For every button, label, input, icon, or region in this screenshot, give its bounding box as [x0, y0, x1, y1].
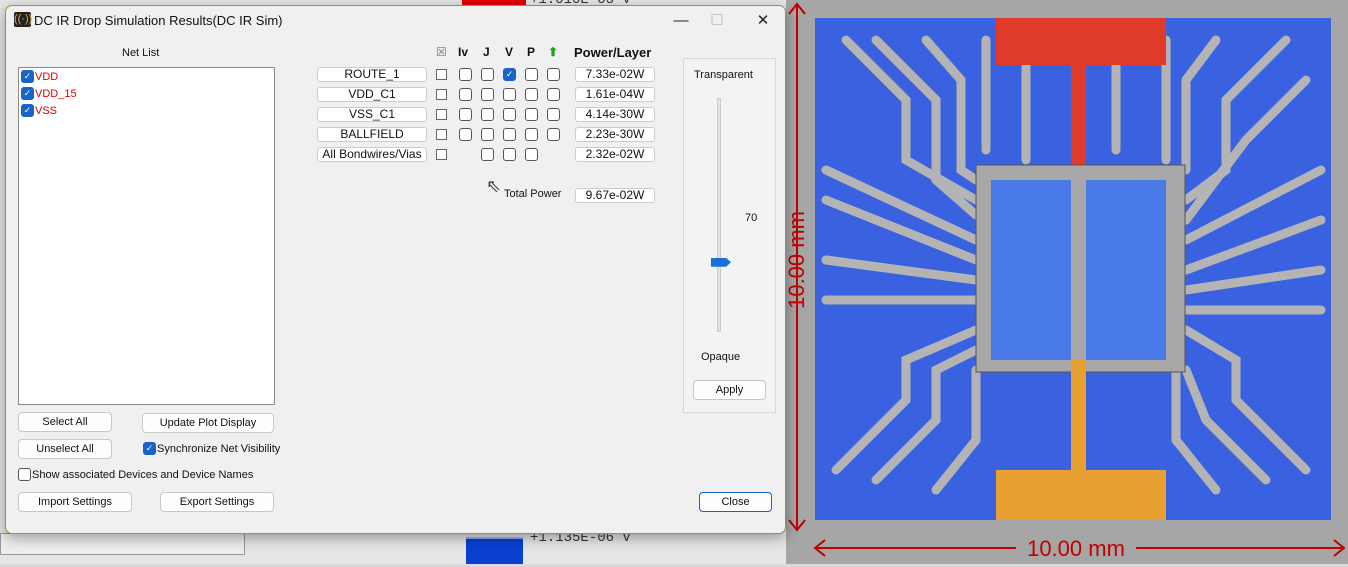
up-checkbox[interactable] [547, 68, 560, 81]
j-checkbox[interactable] [481, 88, 494, 101]
checkbox-icon[interactable]: ✓ [21, 70, 34, 83]
j-checkbox[interactable] [481, 68, 494, 81]
apply-button[interactable]: Apply [693, 380, 766, 400]
layout-viewer[interactable]: 10.00 mm 10.00 mm [784, 0, 1348, 564]
toggle-all-header-icon[interactable]: ☒ [436, 45, 447, 59]
j-checkbox[interactable] [481, 148, 494, 161]
column-v: V [505, 45, 514, 59]
column-p: P [527, 45, 536, 59]
layer-select-checkbox[interactable] [436, 149, 447, 160]
p-checkbox[interactable] [525, 88, 538, 101]
select-all-button[interactable]: Select All [18, 412, 112, 432]
v-checkbox[interactable] [503, 148, 516, 161]
legend-color-blue [466, 537, 523, 564]
iv-checkbox[interactable] [459, 128, 472, 141]
mouse-cursor-icon: ⇖ [486, 176, 502, 196]
maximize-button[interactable]: ☐ [702, 10, 732, 32]
power-value-route-1: 7.33e-02W [575, 67, 655, 82]
net-name: VSS [35, 104, 58, 117]
up-checkbox[interactable] [547, 88, 560, 101]
layer-button-vdd-c1[interactable]: VDD_C1 [317, 87, 427, 102]
checkbox-icon[interactable]: ✓ [143, 442, 156, 455]
column-power-layer: Power/Layer [574, 45, 652, 60]
net-item-vdd[interactable]: ✓ VDD [19, 68, 274, 85]
power-value-ballfield: 2.23e-30W [575, 127, 655, 142]
layer-button-bondwires[interactable]: All Bondwires/Vias [317, 147, 427, 162]
up-checkbox[interactable] [547, 128, 560, 141]
app-icon: ((·)) [14, 12, 33, 27]
iv-checkbox[interactable] [459, 88, 472, 101]
layer-select-checkbox[interactable] [436, 89, 447, 100]
show-devices-label: Show associated Devices and Device Names [32, 468, 254, 481]
column-j: J [483, 45, 490, 59]
net-list[interactable]: ✓ VDD ✓ VDD_15 ✓ VSS [18, 67, 275, 405]
iv-checkbox[interactable] [459, 68, 472, 81]
width-dimension-label: 10.00 mm [1027, 536, 1125, 561]
net-item-vss[interactable]: ✓ VSS [19, 102, 274, 119]
net-name: VDD_15 [35, 87, 77, 100]
total-power-label: Total Power [504, 188, 562, 200]
column-iv: Iv [458, 45, 469, 59]
pcb-plot[interactable]: 10.00 mm 10.00 mm [784, 0, 1348, 564]
v-checkbox[interactable] [503, 108, 516, 121]
iv-checkbox[interactable] [459, 108, 472, 121]
j-checkbox[interactable] [481, 128, 494, 141]
power-value-vdd-c1: 1.61e-04W [575, 87, 655, 102]
background-panel [0, 533, 245, 555]
transparency-value: 70 [745, 212, 758, 224]
up-arrow-icon: ⬆ [548, 45, 559, 59]
transparency-slider-track[interactable] [717, 98, 721, 332]
checkbox-icon[interactable]: ✓ [21, 104, 34, 117]
p-checkbox[interactable] [525, 128, 538, 141]
power-value-bondwires: 2.32e-02W [575, 147, 655, 162]
minimize-button[interactable]: — [666, 10, 696, 32]
j-checkbox[interactable] [481, 108, 494, 121]
opaque-label: Opaque [701, 351, 741, 363]
dialog-title: DC IR Drop Simulation Results(DC IR Sim) [34, 13, 283, 28]
up-checkbox[interactable] [547, 108, 560, 121]
close-button[interactable]: Close [699, 492, 772, 512]
show-devices-checkbox[interactable]: Show associated Devices and Device Names [18, 468, 253, 481]
net-item-vdd-15[interactable]: ✓ VDD_15 [19, 85, 274, 102]
unselect-all-button[interactable]: Unselect All [18, 439, 112, 459]
net-name: VDD [35, 70, 59, 83]
p-checkbox[interactable] [525, 108, 538, 121]
export-settings-button[interactable]: Export Settings [160, 492, 274, 512]
v-checkbox[interactable] [503, 88, 516, 101]
close-window-button[interactable]: ✕ [748, 10, 778, 32]
net-list-label: Net List [122, 47, 160, 59]
power-value-vss-c1: 4.14e-30W [575, 107, 655, 122]
transparency-slider-thumb[interactable] [711, 257, 731, 267]
v-checkbox[interactable]: ✓ [503, 68, 516, 81]
layer-button-ballfield[interactable]: BALLFIELD [317, 127, 427, 142]
p-checkbox[interactable] [525, 68, 538, 81]
v-checkbox[interactable] [503, 128, 516, 141]
layer-button-route-1[interactable]: ROUTE_1 [317, 67, 427, 82]
p-checkbox[interactable] [525, 148, 538, 161]
total-power-value: 9.67e-02W [575, 188, 655, 203]
layer-select-checkbox[interactable] [436, 129, 447, 140]
synchronize-net-visibility-checkbox[interactable]: ✓ Synchronize Net Visibility [143, 442, 280, 455]
dc-ir-results-dialog: ((·)) DC IR Drop Simulation Results(DC I… [5, 5, 786, 534]
layer-button-vss-c1[interactable]: VSS_C1 [317, 107, 427, 122]
checkbox-icon[interactable]: ✓ [21, 87, 34, 100]
layer-select-checkbox[interactable] [436, 109, 447, 120]
checkbox-icon[interactable] [18, 468, 31, 481]
sync-label: Synchronize Net Visibility [157, 442, 281, 455]
import-settings-button[interactable]: Import Settings [18, 492, 132, 512]
transparent-label: Transparent [694, 69, 753, 81]
layer-select-checkbox[interactable] [436, 69, 447, 80]
transparency-group: Transparent 70 Opaque Apply [683, 58, 776, 413]
vss-plane [996, 470, 1166, 520]
height-dimension-label: 10.00 mm [786, 211, 809, 309]
update-plot-display-button[interactable]: Update Plot Display [142, 413, 274, 433]
